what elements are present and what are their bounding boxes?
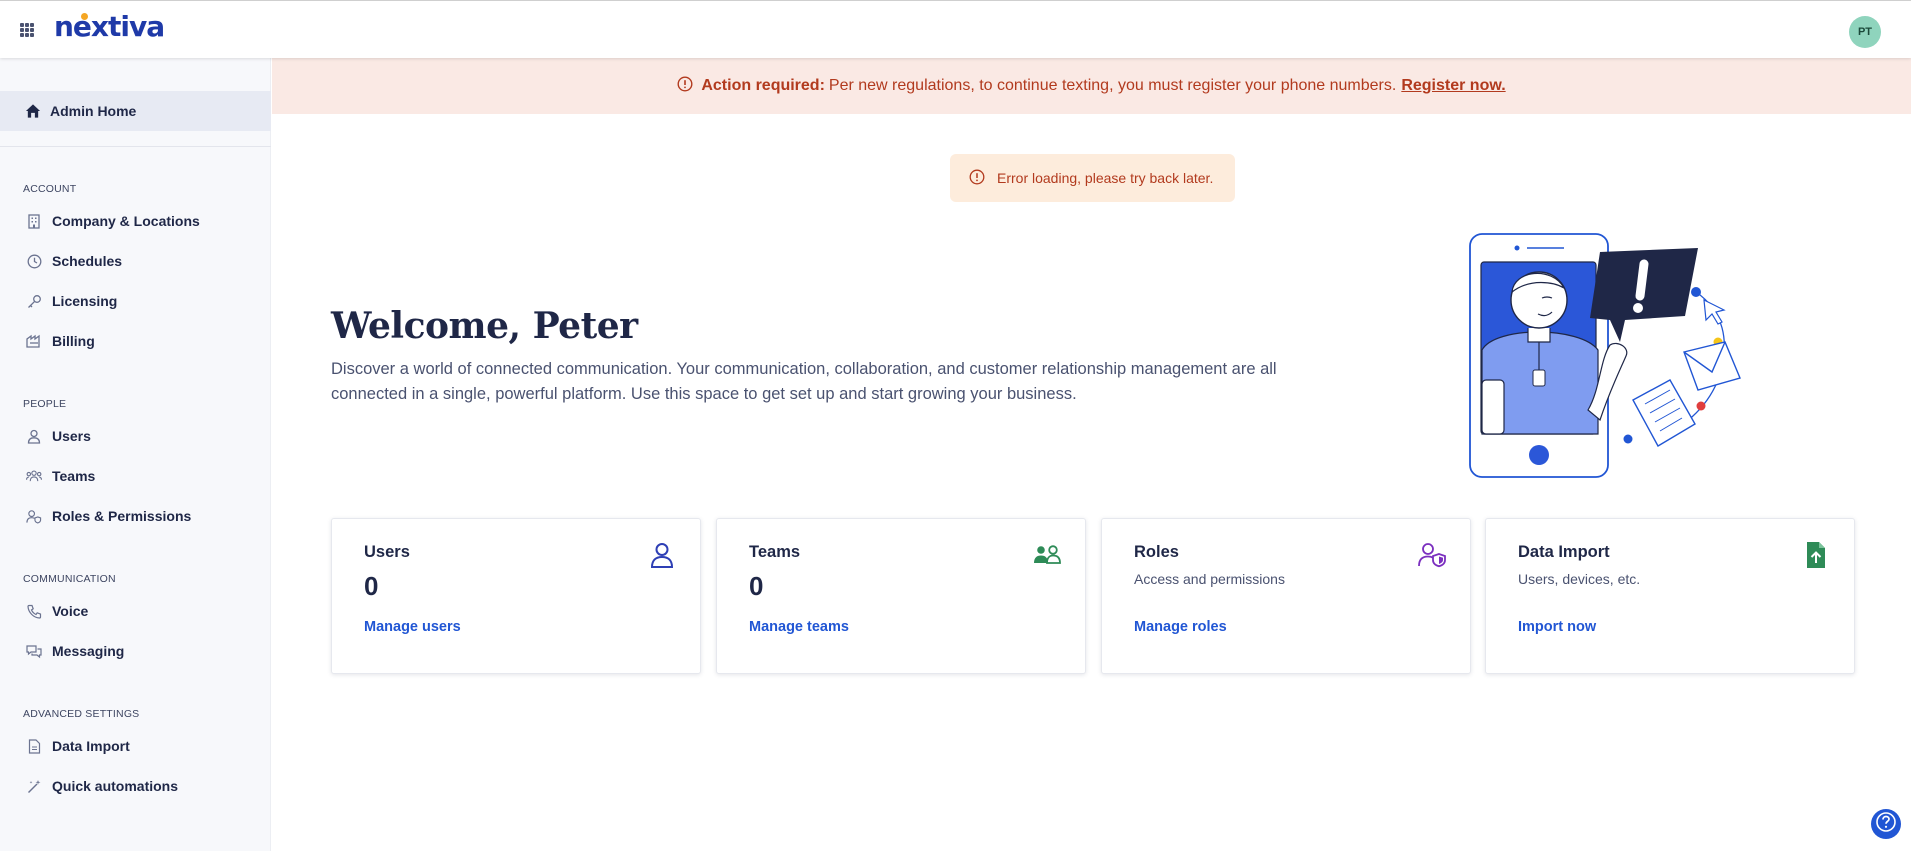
- users-card: Users 0 Manage users: [331, 518, 701, 674]
- sidebar-item-label: Users: [52, 428, 91, 444]
- sidebar-item-label: Messaging: [52, 643, 125, 659]
- sidebar-item-billing[interactable]: Billing: [0, 326, 271, 356]
- manage-users-link[interactable]: Manage users: [364, 619, 461, 635]
- grid-apps-icon[interactable]: [20, 23, 34, 37]
- team-icon: [1033, 541, 1061, 569]
- page-title: Welcome, Peter: [331, 305, 638, 347]
- sidebar-item-quick-automations[interactable]: Quick automations: [0, 771, 271, 801]
- teams-count: 0: [749, 571, 764, 601]
- sidebar-item-data-import[interactable]: Data Import: [0, 731, 271, 761]
- manage-roles-link[interactable]: Manage roles: [1134, 619, 1227, 635]
- sidebar-item-label: Schedules: [52, 253, 123, 269]
- card-subtitle: Users, devices, etc.: [1518, 571, 1641, 587]
- magic-wand-icon: [26, 778, 42, 794]
- sidebar-item-teams[interactable]: Teams: [0, 461, 271, 491]
- welcome-description: Discover a world of connected communicat…: [331, 360, 1277, 403]
- sidebar-item-label: Roles & Permissions: [52, 508, 192, 524]
- section-title-advanced-settings: ADVANCED SETTINGS: [23, 708, 140, 720]
- user-shield-icon: [1418, 541, 1446, 569]
- users-count: 0: [364, 571, 379, 601]
- sidebar-item-label: Licensing: [52, 293, 118, 309]
- card-title: Teams: [749, 543, 801, 561]
- import-now-link[interactable]: Import now: [1518, 619, 1596, 635]
- avatar[interactable]: PT: [1849, 16, 1881, 48]
- home-icon: [25, 103, 41, 119]
- sidebar-item-label: Quick automations: [52, 778, 179, 794]
- alert-circle-icon: [677, 75, 693, 97]
- sidebar: Admin Home ACCOUNT Company & Locations S…: [0, 58, 271, 851]
- sidebar-item-company-locations[interactable]: Company & Locations: [0, 206, 271, 236]
- alert-circle-icon: [969, 169, 985, 188]
- clock-icon: [26, 253, 42, 269]
- teams-card: Teams 0 Manage teams: [716, 518, 1086, 674]
- team-icon: [26, 468, 42, 484]
- section-title-account: ACCOUNT: [23, 183, 77, 195]
- register-now-link[interactable]: Register now.: [1401, 77, 1505, 95]
- sidebar-item-messaging[interactable]: Messaging: [0, 636, 271, 666]
- sidebar-item-admin-home[interactable]: Admin Home: [0, 91, 271, 131]
- chat-bubbles-icon: [26, 643, 42, 659]
- logo-dot: [81, 13, 88, 20]
- manage-teams-link[interactable]: Manage teams: [749, 619, 849, 635]
- help-icon: [1875, 811, 1897, 838]
- error-message: Error loading, please try back later.: [997, 170, 1214, 186]
- roles-card: Roles Access and permissions Manage role…: [1101, 518, 1471, 674]
- card-title: Roles: [1134, 543, 1179, 561]
- sidebar-item-users[interactable]: Users: [0, 421, 271, 451]
- section-title-communication: COMMUNICATION: [23, 573, 116, 585]
- sidebar-item-label: Admin Home: [50, 103, 137, 119]
- card-title: Data Import: [1518, 543, 1610, 561]
- welcome-illustration: [1460, 230, 1750, 480]
- sidebar-divider: [0, 146, 271, 147]
- sidebar-item-label: Billing: [52, 333, 95, 349]
- phone-icon: [26, 603, 42, 619]
- error-toast: Error loading, please try back later.: [950, 154, 1235, 202]
- sidebar-item-voice[interactable]: Voice: [0, 596, 271, 626]
- action-required-banner: Action required: Per new regulations, to…: [272, 58, 1911, 114]
- sidebar-item-roles-permissions[interactable]: Roles & Permissions: [0, 501, 271, 531]
- file-icon: [26, 738, 42, 754]
- sidebar-item-label: Company & Locations: [52, 213, 200, 229]
- banner-message: Per new regulations, to continue texting…: [828, 77, 1397, 94]
- sidebar-item-label: Data Import: [52, 738, 130, 754]
- sidebar-item-licensing[interactable]: Licensing: [0, 286, 271, 316]
- section-title-people: PEOPLE: [23, 398, 67, 410]
- data-import-card: Data Import Users, devices, etc. Import …: [1485, 518, 1855, 674]
- sidebar-item-schedules[interactable]: Schedules: [0, 246, 271, 276]
- billing-icon: [26, 333, 42, 349]
- logo-text: nextiva: [54, 10, 165, 43]
- help-button[interactable]: [1871, 809, 1901, 839]
- sidebar-item-label: Teams: [52, 468, 96, 484]
- user-icon: [26, 428, 42, 444]
- nextiva-logo[interactable]: nextiva: [54, 10, 165, 46]
- key-icon: [26, 293, 42, 309]
- card-subtitle: Access and permissions: [1134, 571, 1285, 587]
- user-shield-icon: [26, 508, 42, 524]
- top-bar: nextiva PT: [0, 0, 1911, 58]
- user-icon: [648, 541, 676, 569]
- building-icon: [26, 213, 42, 229]
- card-title: Users: [364, 543, 410, 561]
- file-upload-icon: [1802, 541, 1830, 569]
- sidebar-item-label: Voice: [52, 603, 89, 619]
- banner-title: Action required:: [701, 77, 825, 94]
